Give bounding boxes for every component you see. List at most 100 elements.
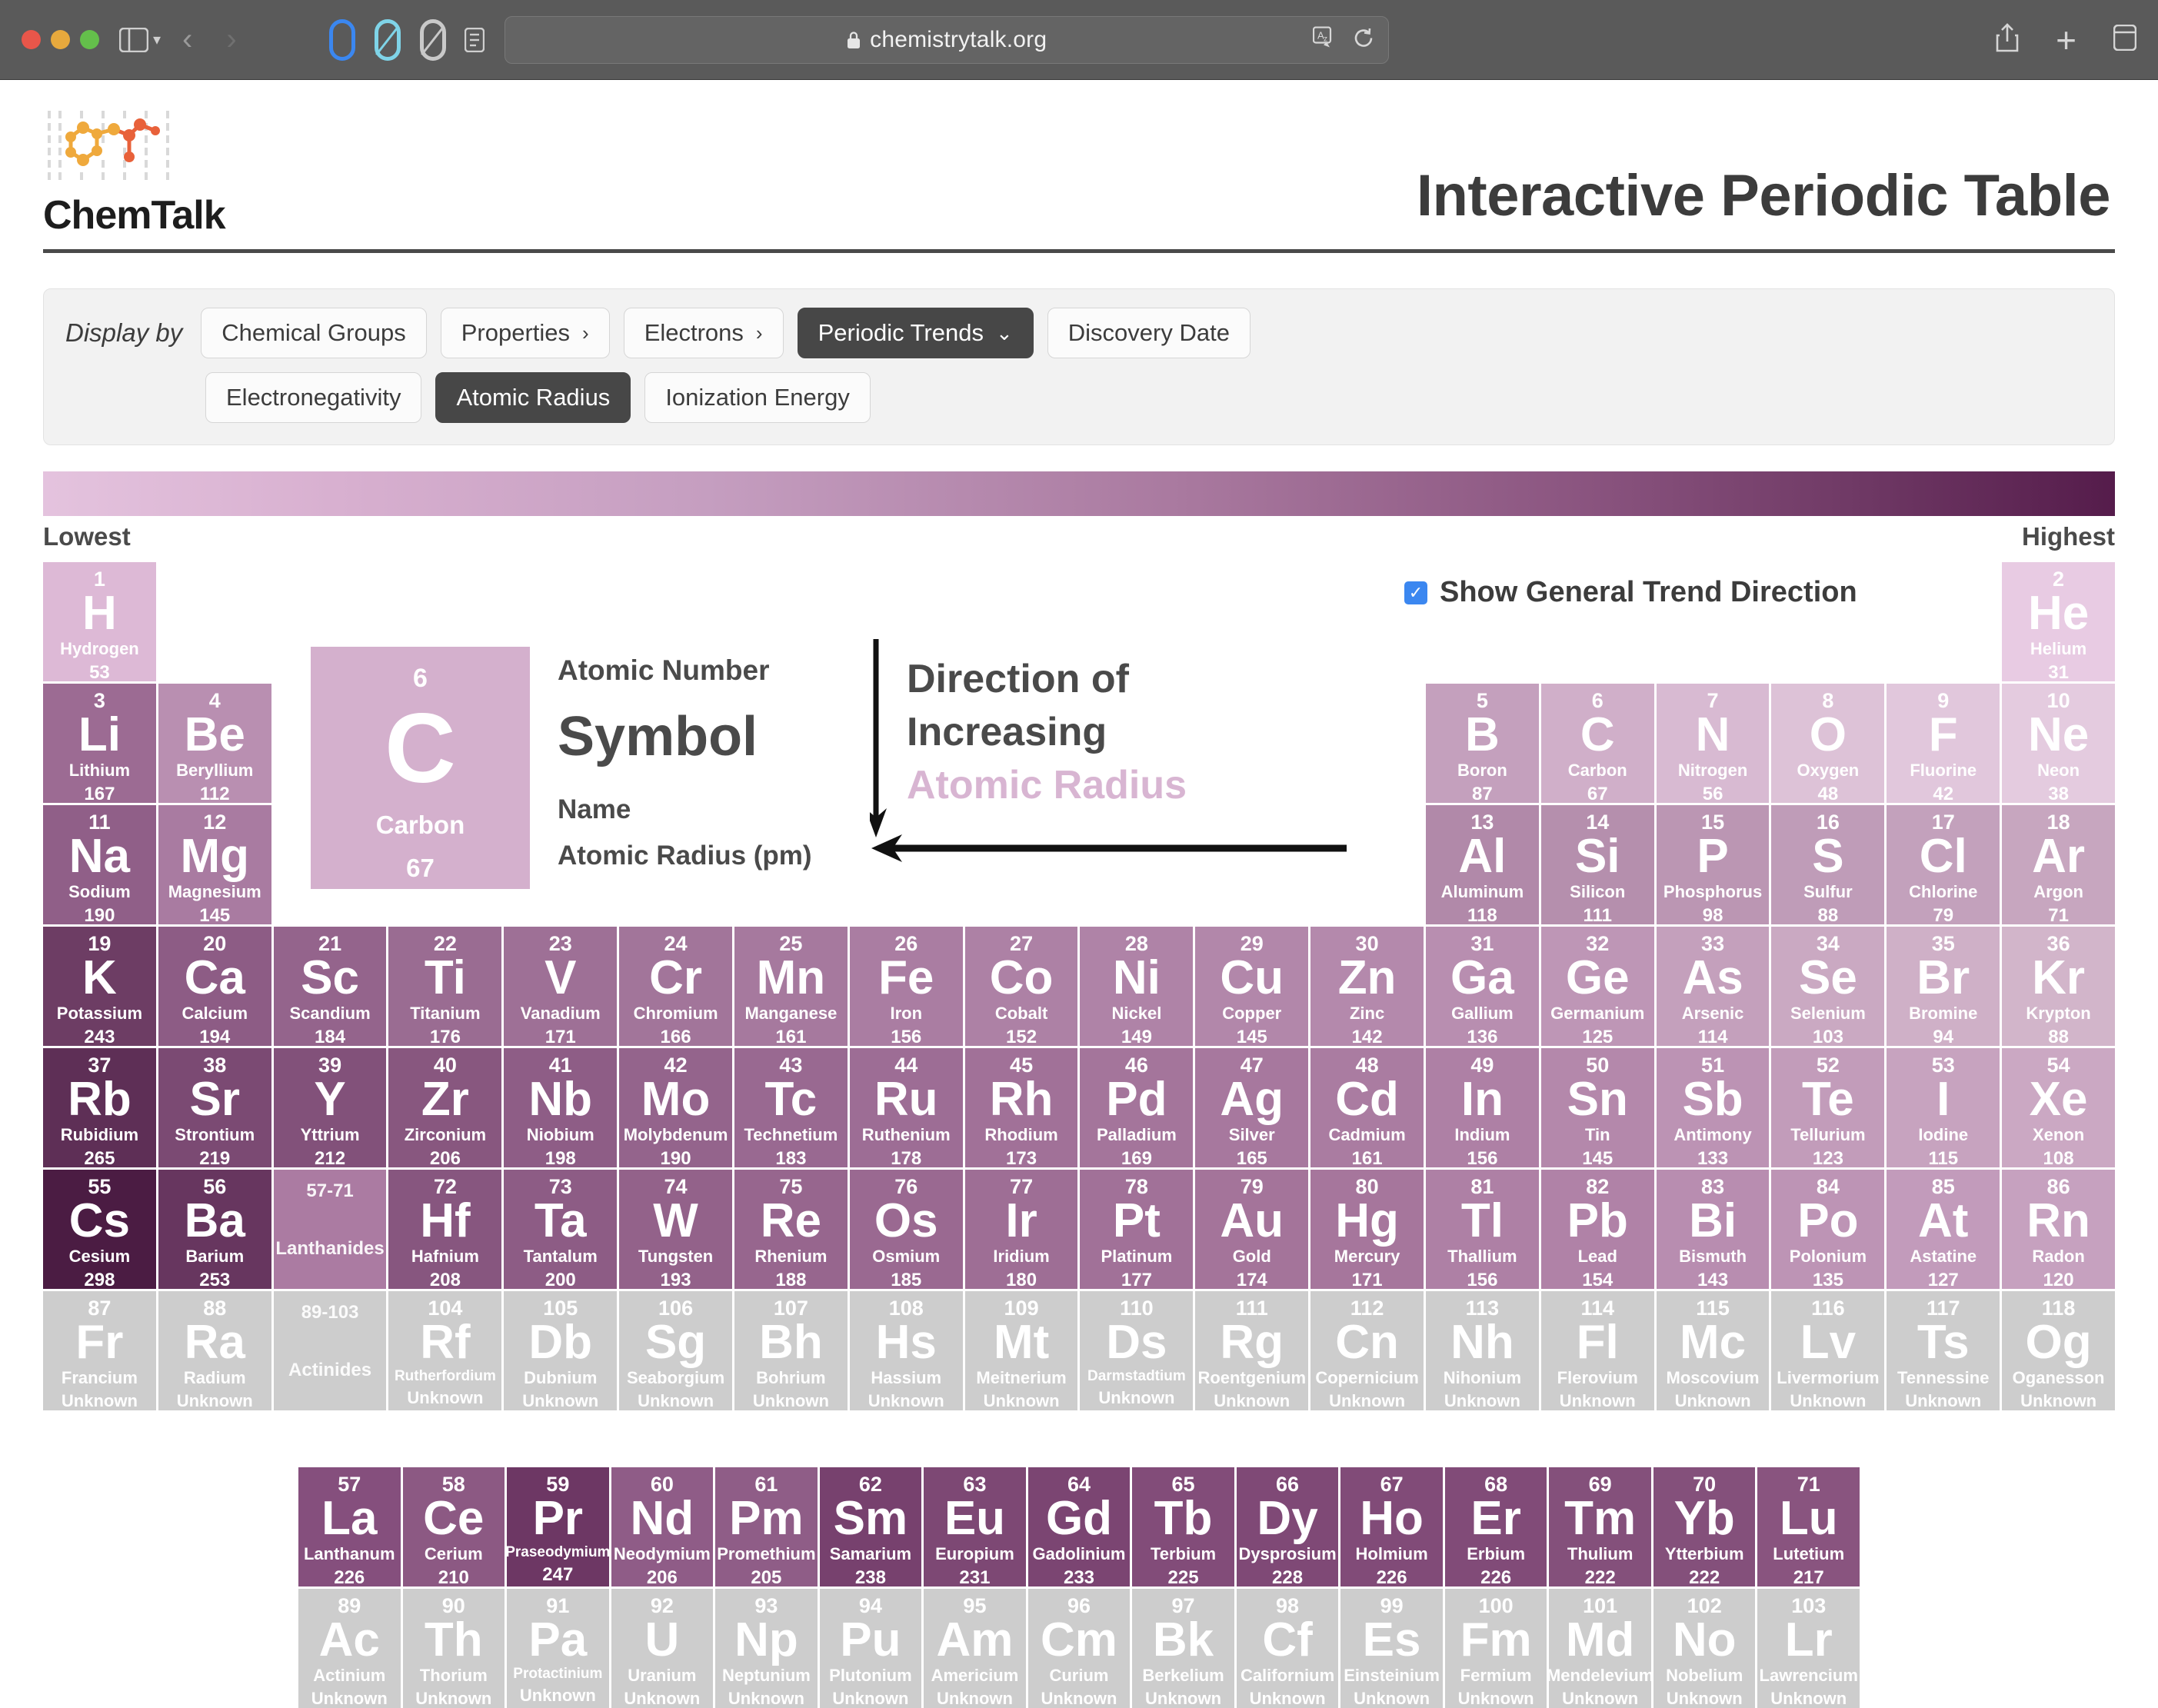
element-cell-fe[interactable]: 26 Fe Iron 156 [849, 927, 963, 1046]
element-cell-na[interactable]: 11 Na Sodium 190 [43, 805, 156, 924]
reload-icon[interactable] [1353, 27, 1374, 52]
element-cell-li[interactable]: 3 Li Lithium 167 [43, 684, 156, 803]
show-trend-direction-checkbox[interactable]: ✓ [1404, 581, 1427, 604]
element-cell-fl[interactable]: 114 Fl Flerovium Unknown [1540, 1291, 1654, 1410]
tab-overview-icon[interactable] [2113, 24, 2137, 55]
chevron-down-icon[interactable]: ▾ [153, 30, 161, 49]
element-cell-fr[interactable]: 87 Fr Francium Unknown [43, 1291, 156, 1410]
element-cell-he[interactable]: 2 He Helium 31 [2002, 562, 2115, 681]
element-cell-la[interactable]: 57 La Lanthanum 226 [298, 1467, 401, 1586]
element-cell-pt[interactable]: 78 Pt Platinum 177 [1080, 1170, 1194, 1289]
element-cell-bk[interactable]: 97 Bk Berkelium Unknown [1132, 1589, 1234, 1708]
tab-pill-grey-icon[interactable] [419, 18, 446, 61]
element-cell-tm[interactable]: 69 Tm Thulium 222 [1549, 1467, 1651, 1586]
element-cell-be[interactable]: 4 Be Beryllium 112 [158, 684, 271, 803]
element-cell-rf[interactable]: 104 Rf Rutherfordium Unknown [388, 1291, 502, 1410]
element-cell-nb[interactable]: 41 Nb Niobium 198 [504, 1048, 618, 1167]
element-cell-pa[interactable]: 91 Pa Protactinium Unknown [507, 1589, 609, 1708]
tab-pill-cyan-icon[interactable] [374, 18, 401, 61]
element-cell-gd[interactable]: 64 Gd Gadolinium 233 [1027, 1467, 1131, 1586]
address-bar[interactable]: chemistrytalk.org Az [504, 15, 1389, 64]
element-cell-ta[interactable]: 73 Ta Tantalum 200 [504, 1170, 618, 1289]
lanthanides-placeholder-cell[interactable]: 57-71 Lanthanides [273, 1170, 387, 1289]
element-cell-w[interactable]: 74 W Tungsten 193 [619, 1170, 732, 1289]
sidebar-icon[interactable] [119, 27, 148, 52]
element-cell-cl[interactable]: 17 Cl Chlorine 79 [1887, 805, 2000, 924]
element-cell-te[interactable]: 52 Te Tellurium 123 [1771, 1048, 1885, 1167]
element-cell-n[interactable]: 7 N Nitrogen 56 [1656, 684, 1770, 803]
element-cell-bi[interactable]: 83 Bi Bismuth 143 [1656, 1170, 1770, 1289]
element-cell-br[interactable]: 35 Br Bromine 94 [1887, 927, 2000, 1046]
maximize-window-button[interactable] [80, 30, 99, 49]
element-cell-ni[interactable]: 28 Ni Nickel 149 [1080, 927, 1194, 1046]
trend-button-electronegativity[interactable]: Electronegativity [205, 372, 422, 423]
element-cell-ti[interactable]: 22 Ti Titanium 176 [388, 927, 502, 1046]
element-cell-sr[interactable]: 38 Sr Strontium 219 [158, 1048, 271, 1167]
element-cell-ce[interactable]: 58 Ce Cerium 210 [402, 1467, 505, 1586]
element-cell-pd[interactable]: 46 Pd Palladium 169 [1080, 1048, 1194, 1167]
element-cell-k[interactable]: 19 K Potassium 243 [43, 927, 156, 1046]
element-cell-db[interactable]: 105 Db Dubnium Unknown [504, 1291, 618, 1410]
element-cell-es[interactable]: 99 Es Einsteinium Unknown [1340, 1589, 1443, 1708]
element-cell-in[interactable]: 49 In Indium 156 [1425, 1048, 1539, 1167]
display-button-properties[interactable]: Properties › [440, 308, 610, 358]
element-cell-zr[interactable]: 40 Zr Zirconium 206 [388, 1048, 502, 1167]
element-cell-c[interactable]: 6 C Carbon 67 [1540, 684, 1654, 803]
element-cell-si[interactable]: 14 Si Silicon 111 [1540, 805, 1654, 924]
element-cell-tc[interactable]: 43 Tc Technetium 183 [734, 1048, 848, 1167]
element-cell-pm[interactable]: 61 Pm Promethium 205 [715, 1467, 818, 1586]
element-cell-ir[interactable]: 77 Ir Iridium 180 [964, 1170, 1078, 1289]
site-logo[interactable]: ChemTalk [43, 108, 226, 241]
element-cell-ra[interactable]: 88 Ra Radium Unknown [158, 1291, 271, 1410]
element-cell-am[interactable]: 95 Am Americium Unknown [924, 1589, 1026, 1708]
element-cell-cu[interactable]: 29 Cu Copper 145 [1195, 927, 1309, 1046]
element-cell-rh[interactable]: 45 Rh Rhodium 173 [964, 1048, 1078, 1167]
element-cell-ag[interactable]: 47 Ag Silver 165 [1195, 1048, 1309, 1167]
show-trend-direction-checkbox-row[interactable]: ✓ Show General Trend Direction [1404, 576, 1857, 609]
element-cell-y[interactable]: 39 Y Yttrium 212 [273, 1048, 387, 1167]
element-cell-sm[interactable]: 62 Sm Samarium 238 [819, 1467, 922, 1586]
element-cell-rg[interactable]: 111 Rg Roentgenium Unknown [1195, 1291, 1309, 1410]
element-cell-ar[interactable]: 18 Ar Argon 71 [2002, 805, 2115, 924]
element-cell-ac[interactable]: 89 Ac Actinium Unknown [298, 1589, 401, 1708]
tab-pill-group[interactable] [328, 18, 446, 61]
element-cell-o[interactable]: 8 O Oxygen 48 [1771, 684, 1885, 803]
share-icon[interactable] [1996, 23, 2019, 56]
trend-button-ionization-energy[interactable]: Ionization Energy [644, 372, 871, 423]
forward-arrow-icon[interactable]: › [226, 22, 236, 57]
element-cell-sn[interactable]: 50 Sn Tin 145 [1540, 1048, 1654, 1167]
element-cell-xe[interactable]: 54 Xe Xenon 108 [2002, 1048, 2115, 1167]
element-cell-dy[interactable]: 66 Dy Dysprosium 228 [1236, 1467, 1339, 1586]
element-cell-tl[interactable]: 81 Tl Thallium 156 [1425, 1170, 1539, 1289]
display-button-chemical-groups[interactable]: Chemical Groups [201, 308, 427, 358]
element-cell-rb[interactable]: 37 Rb Rubidium 265 [43, 1048, 156, 1167]
element-cell-bh[interactable]: 107 Bh Bohrium Unknown [734, 1291, 848, 1410]
element-cell-mn[interactable]: 25 Mn Manganese 161 [734, 927, 848, 1046]
element-cell-ts[interactable]: 117 Ts Tennessine Unknown [1887, 1291, 2000, 1410]
element-cell-mo[interactable]: 42 Mo Molybdenum 190 [619, 1048, 732, 1167]
close-window-button[interactable] [22, 30, 41, 49]
element-cell-eu[interactable]: 63 Eu Europium 231 [924, 1467, 1026, 1586]
element-cell-md[interactable]: 101 Md Mendelevium Unknown [1549, 1589, 1651, 1708]
element-cell-cs[interactable]: 55 Cs Cesium 298 [43, 1170, 156, 1289]
element-cell-as[interactable]: 33 As Arsenic 114 [1656, 927, 1770, 1046]
element-cell-er[interactable]: 68 Er Erbium 226 [1444, 1467, 1547, 1586]
element-cell-ca[interactable]: 20 Ca Calcium 194 [158, 927, 271, 1046]
element-cell-ba[interactable]: 56 Ba Barium 253 [158, 1170, 271, 1289]
element-cell-v[interactable]: 23 V Vanadium 171 [504, 927, 618, 1046]
element-cell-cf[interactable]: 98 Cf Californium Unknown [1236, 1589, 1339, 1708]
element-cell-f[interactable]: 9 F Fluorine 42 [1887, 684, 2000, 803]
element-cell-u[interactable]: 92 U Uranium Unknown [611, 1589, 714, 1708]
back-arrow-icon[interactable]: ‹ [182, 22, 192, 57]
minimize-window-button[interactable] [51, 30, 70, 49]
element-cell-rn[interactable]: 86 Rn Radon 120 [2002, 1170, 2115, 1289]
element-cell-ds[interactable]: 110 Ds Darmstadtium Unknown [1080, 1291, 1194, 1410]
element-cell-hs[interactable]: 108 Hs Hassium Unknown [849, 1291, 963, 1410]
element-cell-ga[interactable]: 31 Ga Gallium 136 [1425, 927, 1539, 1046]
element-cell-hg[interactable]: 80 Hg Mercury 171 [1310, 1170, 1424, 1289]
element-cell-sc[interactable]: 21 Sc Scandium 184 [273, 927, 387, 1046]
reader-view-icon[interactable] [464, 27, 485, 52]
element-cell-at[interactable]: 85 At Astatine 127 [1887, 1170, 2000, 1289]
trend-button-atomic-radius[interactable]: Atomic Radius [435, 372, 631, 423]
element-cell-os[interactable]: 76 Os Osmium 185 [849, 1170, 963, 1289]
